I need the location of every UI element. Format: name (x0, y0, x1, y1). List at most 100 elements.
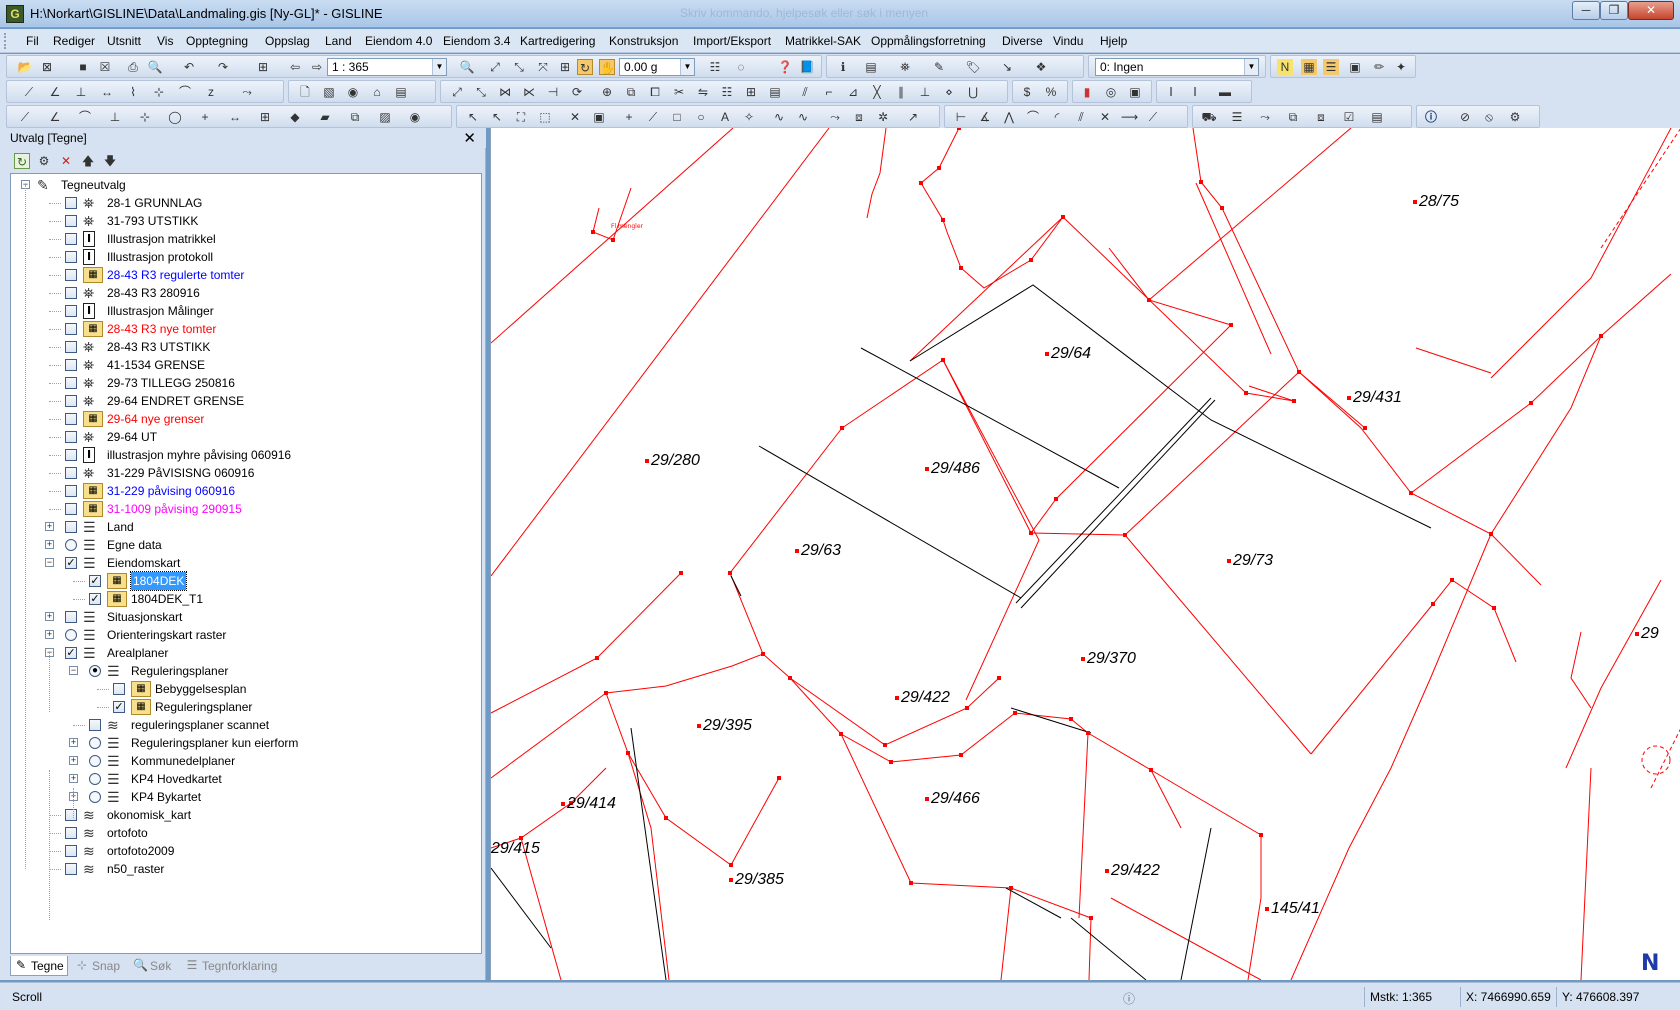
geo-bisect-icon[interactable]: ⋀ (1001, 109, 1017, 125)
delete-cross-icon[interactable]: ✕ (567, 109, 583, 125)
template-icon[interactable]: ▧ (321, 84, 337, 100)
tree-row[interactable]: ✓ ▦ Reguleringsplaner (11, 698, 481, 716)
menu-oppmalingsforretning[interactable]: Oppmålingsforretning (871, 34, 986, 48)
parcel-label[interactable]: 29/64 (1050, 345, 1091, 362)
select-group-icon[interactable]: ⛶ (513, 109, 529, 125)
tree-row[interactable]: ≋ reguleringsplaner scannet (11, 716, 481, 734)
menu-matrikkel-sak[interactable]: Matrikkel-SAK (785, 34, 861, 48)
battery-icon[interactable]: ▮ (1079, 84, 1095, 100)
draw-symbol-icon[interactable]: ✧ (741, 109, 757, 125)
window-tile-icon[interactable]: ▦ (1301, 59, 1317, 75)
tree-row[interactable]: ⛯ 31-793 UTSTIKK (11, 212, 481, 230)
coord-icon[interactable]: % (1043, 84, 1059, 100)
properties-icon[interactable]: ⊞ (255, 59, 271, 75)
expand-icon[interactable]: + (69, 774, 78, 783)
construct-plus-icon[interactable]: + (197, 109, 213, 125)
expand-icon[interactable]: + (69, 756, 78, 765)
visibility-radio[interactable] (89, 755, 101, 767)
survey-point-icon[interactable]: ⊥ (73, 84, 89, 100)
menu-eiendom-40[interactable]: Eiendom 4.0 (365, 34, 432, 48)
tree-row[interactable]: ▦ 31-229 påvising 060916 (11, 482, 481, 500)
offset-icon[interactable]: ⫽ (797, 84, 813, 100)
visibility-checkbox[interactable] (65, 359, 77, 371)
open-icon[interactable]: 📂 (17, 59, 33, 75)
save-icon[interactable]: ■ (75, 59, 91, 75)
snap-grid-icon[interactable]: ⊞ (743, 84, 759, 100)
visibility-checkbox[interactable] (65, 431, 77, 443)
angle-combo[interactable]: 0.00 g ▼ (619, 58, 695, 76)
visibility-checkbox[interactable] (65, 305, 77, 317)
visibility-radio[interactable] (65, 539, 77, 551)
construct-line-icon[interactable]: ⟋ (17, 109, 33, 125)
tree-row[interactable]: − ✓ ☰ Arealplaner (11, 644, 481, 662)
table-icon[interactable]: ▤ (863, 59, 879, 75)
layer-split-icon[interactable]: ⧈ (1313, 109, 1329, 125)
menu-eiendom-34[interactable]: Eiendom 3.4 (443, 34, 510, 48)
parcel-label[interactable]: 29/63 (800, 542, 841, 559)
split-icon[interactable]: ⤡ (473, 84, 489, 100)
join2-icon[interactable]: ⋉ (521, 84, 537, 100)
fillet-icon[interactable]: ⌐ (821, 84, 837, 100)
image-icon[interactable]: ▣ (1347, 59, 1363, 75)
layer-props-icon[interactable]: ▤ (1369, 109, 1385, 125)
tree-row[interactable]: ≋ n50_raster (11, 860, 481, 878)
geo-ortho-icon[interactable]: ⊢ (953, 109, 969, 125)
parcel-label[interactable]: 145/41 (1271, 900, 1320, 917)
layer-list-icon[interactable]: ☷ (707, 59, 723, 75)
pick-icon[interactable]: ↘ (999, 59, 1015, 75)
visibility-checkbox[interactable] (65, 413, 77, 425)
tree-row[interactable]: − ● ☰ Reguleringsplaner (11, 662, 481, 680)
parcel-label[interactable]: 29/370 (1086, 650, 1136, 667)
parcel-label[interactable]: 29/486 (930, 460, 980, 477)
tree-row[interactable]: Ⅰ Illustrasjon protokoll (11, 248, 481, 266)
insert-object-icon[interactable]: ⊕ (599, 84, 615, 100)
close-file-icon[interactable]: ⊠ (39, 59, 55, 75)
map-drawing[interactable]: 28/75 29/64 29/431 29/280 29/486 29/63 29/73 29… (491, 128, 1680, 980)
visibility-checkbox[interactable] (65, 809, 77, 821)
parallel-icon[interactable]: ∥ (893, 84, 909, 100)
expand-icon[interactable]: + (45, 540, 54, 549)
parcel-label[interactable]: 29/73 (1232, 552, 1273, 569)
move-up-icon[interactable]: 🡅 (80, 153, 96, 169)
draw-move-icon[interactable]: ↗ (905, 109, 921, 125)
rotate-object-icon[interactable]: ⟳ (569, 84, 585, 100)
menu-import-eksport[interactable]: Import/Eksport (693, 34, 771, 48)
tree-row[interactable]: ✓ ▦ 1804DEK_T1 (11, 590, 481, 608)
wand-icon[interactable]: ✦ (1393, 59, 1409, 75)
tree-row[interactable]: Ⅰ Illustrasjon matrikkel (11, 230, 481, 248)
visibility-radio[interactable] (89, 737, 101, 749)
menu-fil[interactable]: Fil (26, 34, 39, 48)
draw-window-icon[interactable]: ▣ (591, 109, 607, 125)
tag-icon[interactable]: 🏷 (965, 59, 981, 75)
draw-rect-icon[interactable]: □ (669, 109, 685, 125)
extend-icon[interactable]: ⊣ (545, 84, 561, 100)
visibility-checkbox[interactable] (65, 467, 77, 479)
tree-row[interactable]: + ☰ KP4 Hovedkartet (11, 770, 481, 788)
layer-settings-icon[interactable]: ⚙ (36, 153, 52, 169)
minimize-button[interactable]: ─ (1572, 1, 1600, 20)
menu-diverse[interactable]: Diverse (1002, 34, 1043, 48)
expand-icon[interactable]: + (45, 612, 54, 621)
elevation-icon[interactable]: z (203, 84, 219, 100)
tree-row[interactable]: ⛯ 29-64 ENDRET GRENSE (11, 392, 481, 410)
stack-icon[interactable]: ▤ (767, 84, 783, 100)
visibility-checkbox[interactable] (65, 827, 77, 839)
rotate-icon[interactable]: ↻ (577, 59, 593, 75)
menu-konstruksjon[interactable]: Konstruksjon (609, 34, 678, 48)
delete-icon[interactable]: ✕ (58, 153, 74, 169)
visibility-checkbox[interactable] (65, 845, 77, 857)
scale-combo[interactable]: 1 : 365 ▼ (327, 58, 447, 76)
tree-row[interactable]: ▦ 28-43 R3 regulerte tomter (11, 266, 481, 284)
info-no-icon[interactable]: ⦸ (1481, 109, 1497, 125)
visibility-checkbox[interactable] (65, 449, 77, 461)
collapse-icon[interactable]: − (69, 666, 78, 675)
measure-icon[interactable]: ⟋ (21, 84, 37, 100)
geo-offset-icon[interactable]: ⫽ (1073, 109, 1089, 125)
tree-row[interactable]: ⛯ 28-1 GRUNNLAG (11, 194, 481, 212)
tree-row[interactable]: ≋ okonomisk_kart (11, 806, 481, 824)
visibility-checkbox[interactable] (65, 233, 77, 245)
print-preview-icon[interactable]: 🔍 (147, 59, 163, 75)
menu-rediger[interactable]: Rediger (53, 34, 95, 48)
visibility-radio[interactable] (89, 791, 101, 803)
expand-icon[interactable]: + (69, 738, 78, 747)
